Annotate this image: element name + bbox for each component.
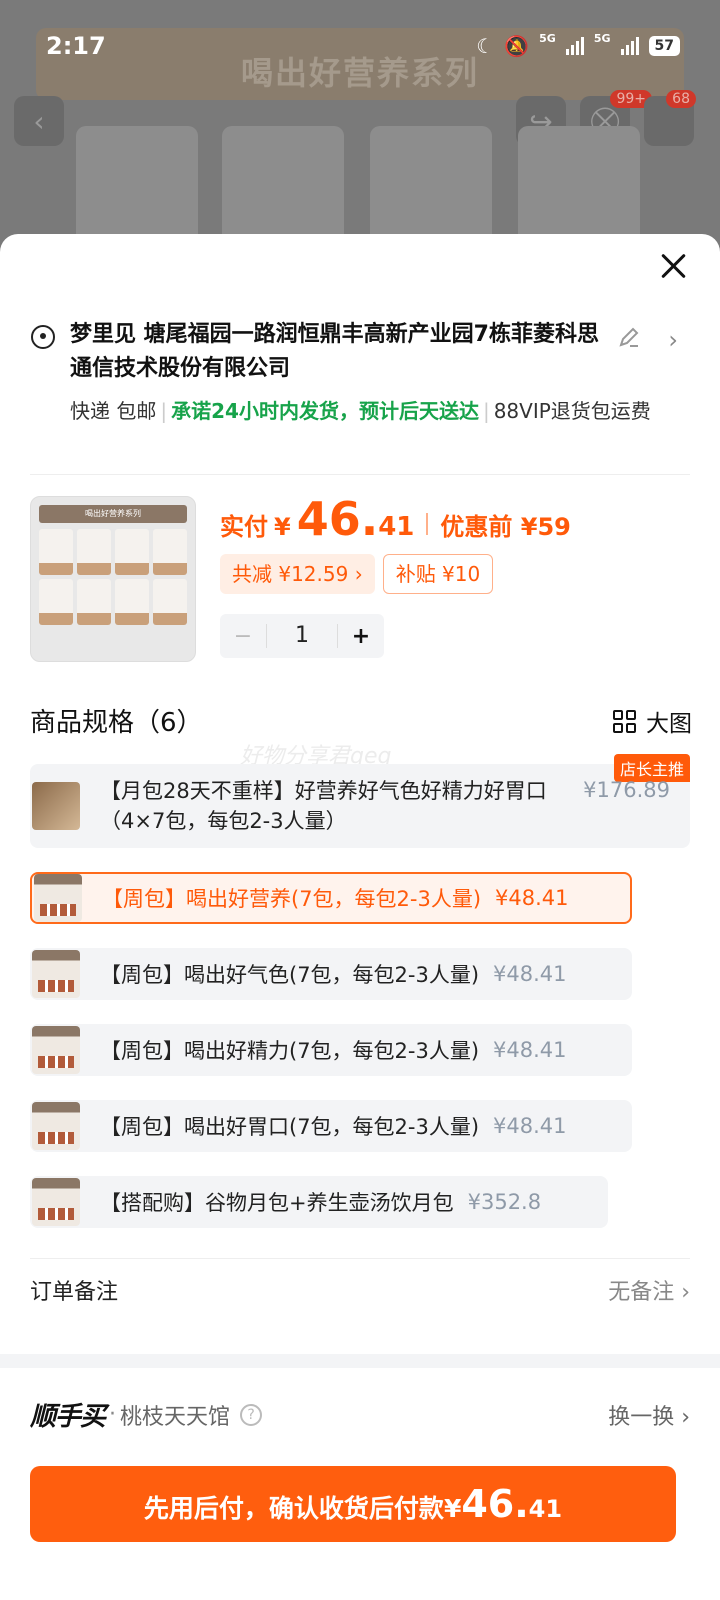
option-name: 【周包】喝出好胃口(7包，每包2-3人量)	[100, 1115, 480, 1139]
background-thumb	[76, 126, 198, 246]
price-separator	[426, 513, 429, 535]
network-label: 5G	[539, 31, 556, 45]
shipping-info: 快递 包邮 | 承诺24小时内发货，预计后天送达 | 88VIP退货包运费	[70, 399, 651, 423]
signal-icon-2	[620, 37, 639, 55]
increase-button[interactable]: +	[338, 624, 384, 649]
cta-price-decimal: 41	[528, 1495, 563, 1523]
option-thumbnail	[32, 782, 80, 830]
divider	[30, 1258, 690, 1259]
background-thumb	[518, 126, 640, 246]
status-time: 2:17	[46, 32, 106, 60]
option-price: ¥352.8	[467, 1190, 542, 1214]
status-bar: 2:17 ☾ 🔕 5G 5G 57	[0, 28, 720, 68]
option-price: ¥48.41	[493, 1038, 567, 1062]
option-name: 【周包】喝出好营养(7包，每包2-3人量)	[102, 887, 482, 911]
divider	[30, 474, 690, 475]
background-page: 喝出好营养系列 2:17 ☾ 🔕 5G 5G 57 ‹ ↪ ⛒ 99+ 68	[0, 0, 720, 260]
help-icon[interactable]: ?	[240, 1403, 263, 1426]
back-icon: ‹	[14, 96, 64, 146]
remark-label: 订单备注	[30, 1280, 119, 1305]
message-badge: 68	[666, 90, 696, 108]
spec-option[interactable]: 【周包】喝出好气色(7包，每包2-3人量) ¥48.41	[30, 948, 632, 1000]
decrease-button[interactable]: −	[220, 624, 266, 649]
cta-price-integer: 46.	[461, 1482, 529, 1526]
edit-icon[interactable]	[616, 324, 642, 350]
option-name: 【搭配购】谷物月包+养生壶汤饮月包	[100, 1191, 454, 1215]
remark-value: 无备注 ›	[608, 1280, 690, 1305]
quantity-value[interactable]: 1	[266, 624, 338, 648]
big-view-button[interactable]: 大图	[613, 704, 692, 738]
background-thumb	[222, 126, 344, 246]
option-price: ¥48.41	[493, 962, 567, 986]
battery-icon: 57	[648, 36, 680, 56]
option-price: ¥48.41	[495, 886, 569, 910]
close-icon[interactable]	[656, 248, 692, 284]
shop-name: 桃枝天天馆	[120, 1404, 231, 1430]
option-thumbnail	[32, 1026, 80, 1074]
purchase-sheet: 梦里见 塘尾福园一路润恒鼎丰高新产业园7栋菲菱科思通信技术股份有限公司 › 快递…	[0, 234, 720, 1600]
signal-icon	[565, 37, 584, 55]
spec-option[interactable]: 【搭配购】谷物月包+养生壶汤饮月包 ¥352.8	[30, 1176, 608, 1228]
pay-later-button[interactable]: 先用后付，确认收货后付款 ¥ 46. 41	[30, 1466, 676, 1542]
shunshou-logo: 顺手买	[30, 1402, 106, 1432]
option-name: 【月包28天不重样】好营养好气色好精力好胃口（4×7包，每包2-3人量）	[100, 779, 547, 833]
vip-return: 88VIP退货包运费	[493, 399, 651, 423]
option-thumbnail	[32, 1178, 80, 1226]
price-decimal: 41	[378, 512, 415, 542]
option-price: ¥176.89	[583, 778, 670, 802]
shunshou-row: 顺手买 · 桃枝天天馆 ? 换一换 ›	[30, 1396, 690, 1433]
background-thumb	[370, 126, 492, 246]
address-text: 梦里见 塘尾福园一路润恒鼎丰高新产业园7栋菲菱科思通信技术股份有限公司	[70, 322, 599, 381]
option-thumbnail	[32, 950, 80, 998]
moon-icon: ☾	[476, 34, 495, 58]
shipping-method: 快递 包邮	[70, 399, 157, 423]
mute-icon: 🔕	[504, 34, 530, 58]
cta-label: 先用后付，确认收货后付款	[143, 1494, 444, 1523]
option-thumbnail	[32, 1102, 80, 1150]
spec-option[interactable]: 【周包】喝出好精力(7包，每包2-3人量) ¥48.41	[30, 1024, 632, 1076]
delivery-promise: 承诺24小时内发货，预计后天送达	[171, 399, 479, 423]
big-view-label: 大图	[646, 711, 692, 737]
original-price: 优惠前 ¥59	[440, 513, 571, 541]
pay-label: 实付	[220, 513, 268, 541]
cta-currency: ¥	[443, 1494, 462, 1523]
section-separator	[0, 1354, 720, 1368]
location-pin-icon	[31, 325, 55, 349]
spec-title: 商品规格（6）	[30, 708, 203, 738]
price-row: 实付 ¥ 46. 41 优惠前 ¥59	[220, 492, 571, 546]
discount-chips: 共减 ¥12.59 › 补贴 ¥10	[220, 554, 494, 594]
discount-chip[interactable]: 共减 ¥12.59 ›	[220, 554, 375, 594]
shunshou-dot: ·	[109, 1402, 117, 1427]
quantity-stepper: − 1 +	[220, 614, 384, 658]
network-label-2: 5G	[593, 31, 611, 45]
product-image[interactable]: 喝出好营养系列	[30, 496, 196, 662]
swap-button[interactable]: 换一换 ›	[608, 1399, 690, 1431]
status-icons: ☾ 🔕 5G 5G 57	[476, 31, 680, 58]
option-thumbnail	[34, 874, 82, 922]
spec-option[interactable]: 店长主推 【月包28天不重样】好营养好气色好精力好胃口（4×7包，每包2-3人量…	[30, 754, 690, 848]
option-price: ¥48.41	[493, 1114, 567, 1138]
option-name: 【周包】喝出好气色(7包，每包2-3人量)	[100, 963, 480, 987]
currency-symbol: ¥	[274, 513, 291, 541]
chevron-right-icon[interactable]: ›	[668, 326, 678, 354]
subsidy-chip[interactable]: 补贴 ¥10	[382, 554, 494, 594]
grid-icon	[613, 709, 636, 733]
option-name: 【周包】喝出好精力(7包，每包2-3人量)	[100, 1039, 480, 1063]
product-image-header: 喝出好营养系列	[39, 505, 187, 523]
order-remark-row[interactable]: 订单备注 无备注 ›	[30, 1274, 690, 1306]
spec-option[interactable]: 【周包】喝出好胃口(7包，每包2-3人量) ¥48.41	[30, 1100, 632, 1152]
spec-option-selected[interactable]: 【周包】喝出好营养(7包，每包2-3人量) ¥48.41	[30, 872, 632, 924]
price-integer: 46.	[296, 492, 379, 546]
message-icon: 68	[644, 90, 696, 146]
